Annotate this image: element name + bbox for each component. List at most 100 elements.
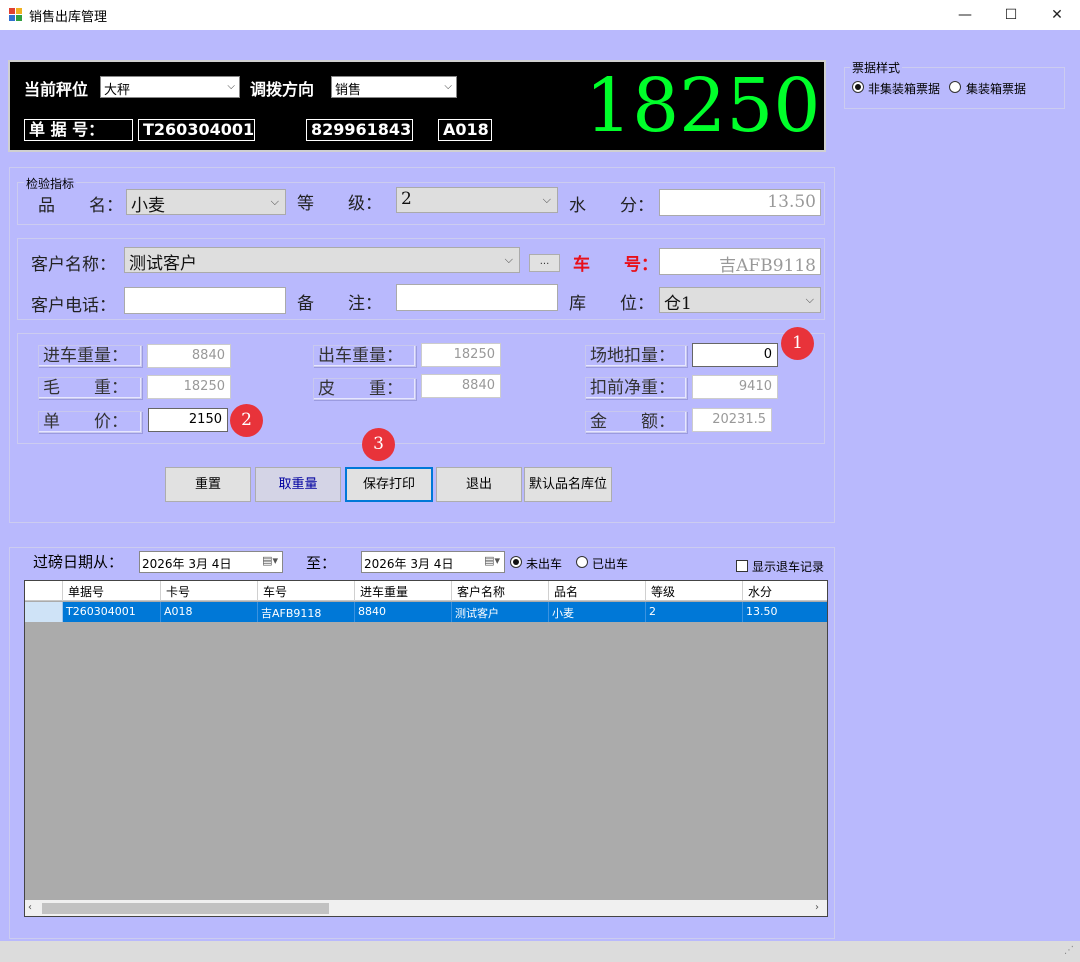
row-header-corner	[25, 581, 63, 601]
remark-field[interactable]	[396, 284, 558, 311]
table-cell[interactable]: A018	[161, 602, 258, 622]
pre-deduct-net-field[interactable]: 9410	[692, 375, 778, 399]
customer-name-value: 测试客户	[129, 254, 197, 274]
direction-label: 调拨方向	[250, 80, 315, 99]
site-deduct-field[interactable]: 0	[692, 343, 778, 367]
minimize-button[interactable]: —	[942, 0, 988, 30]
out-weight-field[interactable]: 18250	[421, 343, 501, 367]
table-cell[interactable]: 小麦	[549, 602, 646, 622]
plate-label: 车 号：	[573, 255, 658, 275]
product-select[interactable]: 小麦 ⌵	[126, 189, 286, 216]
card-no-value: 829961843	[306, 119, 413, 141]
grade-select[interactable]: 2 ⌵	[396, 187, 558, 213]
horizontal-scrollbar[interactable]: ‹ ›	[25, 900, 827, 916]
plate-field[interactable]: 吉AFB9118	[659, 248, 821, 276]
amount-field[interactable]: 20231.5	[692, 408, 772, 432]
table-cell[interactable]: 8840	[355, 602, 452, 622]
column-header[interactable]: 水分	[743, 581, 827, 601]
column-header[interactable]: 进车重量	[355, 581, 452, 601]
table-cell[interactable]: T260304001	[63, 602, 161, 622]
scale-select[interactable]: 大秤 ⌵	[100, 76, 240, 98]
records-table[interactable]: 单据号 卡号 车号 进车重量 客户名称 品名 等级 水分 T260304001 …	[24, 580, 828, 917]
column-header[interactable]: 卡号	[161, 581, 258, 601]
radio-out[interactable]	[576, 556, 588, 568]
customer-name-label: 客户名称：	[31, 255, 116, 275]
scroll-left-icon[interactable]: ‹	[28, 902, 32, 913]
in-weight-label: 进车重量：	[38, 345, 142, 367]
in-weight-field[interactable]: 8840	[147, 344, 231, 368]
date-from-picker[interactable]: 2026年 3月 4日 ▤▾	[139, 551, 283, 573]
chevron-down-icon: ⌵	[504, 253, 513, 266]
exit-button[interactable]: 退出	[436, 467, 522, 502]
close-button[interactable]: ✕	[1034, 0, 1080, 30]
show-returned-label[interactable]: 显示退车记录	[752, 558, 824, 575]
amount-label: 金 额：	[585, 411, 687, 433]
column-header[interactable]: 单据号	[63, 581, 161, 601]
moisture-label: 水 分：	[569, 196, 654, 216]
date-to-value: 2026年 3月 4日	[364, 557, 454, 571]
direction-select[interactable]: 销售 ⌵	[331, 76, 457, 98]
calendar-icon[interactable]: ▤▾	[262, 554, 278, 567]
card-code-value: A018	[438, 119, 492, 141]
gross-field[interactable]: 18250	[147, 375, 231, 399]
radio-non-container[interactable]	[852, 81, 864, 93]
default-location-button[interactable]: 默认品名库位	[524, 467, 612, 502]
row-header[interactable]	[25, 602, 63, 622]
callout-badge-2: 2	[230, 404, 263, 437]
date-to-label: 至：	[306, 554, 337, 572]
table-cell[interactable]: 13.50	[743, 602, 827, 622]
unit-price-label: 单 价：	[38, 411, 142, 433]
date-from-label: 过磅日期从：	[33, 553, 124, 571]
radio-not-out-label[interactable]: 未出车	[526, 555, 562, 572]
get-weight-button[interactable]: 取重量	[255, 467, 341, 502]
scale-label: 当前秤位	[24, 80, 89, 99]
warehouse-select[interactable]: 仓1 ⌵	[659, 287, 821, 314]
scroll-right-icon[interactable]: ›	[815, 902, 819, 913]
calendar-icon[interactable]: ▤▾	[484, 554, 500, 567]
warehouse-select-value: 仓1	[664, 294, 692, 314]
customer-browse-button[interactable]: ...	[529, 254, 560, 272]
maximize-button[interactable]: ☐	[988, 0, 1034, 30]
column-header[interactable]: 品名	[549, 581, 646, 601]
radio-container-label[interactable]: 集装箱票据	[966, 80, 1026, 97]
title-bar: 销售出库管理 — ☐ ✕	[0, 0, 1080, 30]
warehouse-label: 库 位：	[569, 294, 654, 314]
scrollbar-thumb[interactable]	[42, 903, 329, 914]
window-title: 销售出库管理	[29, 10, 108, 25]
save-print-button[interactable]: 保存打印	[345, 467, 433, 502]
moisture-field[interactable]: 13.50	[659, 189, 821, 216]
radio-container[interactable]	[949, 81, 961, 93]
table-cell[interactable]: 2	[646, 602, 743, 622]
chevron-down-icon: ⌵	[542, 193, 551, 206]
column-header[interactable]: 等级	[646, 581, 743, 601]
reset-button[interactable]: 重置	[165, 467, 251, 502]
column-header[interactable]: 客户名称	[452, 581, 549, 601]
date-from-value: 2026年 3月 4日	[142, 557, 232, 571]
chevron-down-icon: ⌵	[227, 81, 235, 92]
callout-badge-3: 3	[362, 428, 395, 461]
site-deduct-label: 场地扣量：	[585, 345, 687, 367]
tare-field[interactable]: 8840	[421, 374, 501, 398]
chevron-down-icon: ⌵	[444, 81, 452, 92]
unit-price-field[interactable]: 2150	[148, 408, 228, 432]
table-cell[interactable]: 吉AFB9118	[258, 602, 355, 622]
inspection-title: 检验指标	[24, 175, 77, 192]
customer-name-select[interactable]: 测试客户 ⌵	[124, 247, 520, 274]
doc-no-label: 单 据 号：	[24, 119, 133, 141]
pre-deduct-net-label: 扣前净重：	[585, 377, 687, 399]
customer-phone-field[interactable]	[124, 287, 286, 314]
customer-phone-label: 客户电话：	[31, 296, 116, 316]
out-weight-label: 出车重量：	[313, 345, 416, 367]
radio-non-container-label[interactable]: 非集装箱票据	[868, 80, 940, 97]
radio-not-out[interactable]	[510, 556, 522, 568]
show-returned-checkbox[interactable]	[736, 560, 748, 572]
column-header[interactable]: 车号	[258, 581, 355, 601]
grade-label: 等 级：	[297, 194, 382, 214]
date-to-picker[interactable]: 2026年 3月 4日 ▤▾	[361, 551, 505, 573]
doc-no-value: T260304001	[138, 119, 255, 141]
status-bar: ⋰	[0, 941, 1080, 962]
radio-out-label[interactable]: 已出车	[592, 555, 628, 572]
resize-grip-icon[interactable]: ⋰	[1064, 945, 1074, 956]
table-cell[interactable]: 测试客户	[452, 602, 549, 622]
gross-label: 毛 重：	[38, 377, 142, 399]
